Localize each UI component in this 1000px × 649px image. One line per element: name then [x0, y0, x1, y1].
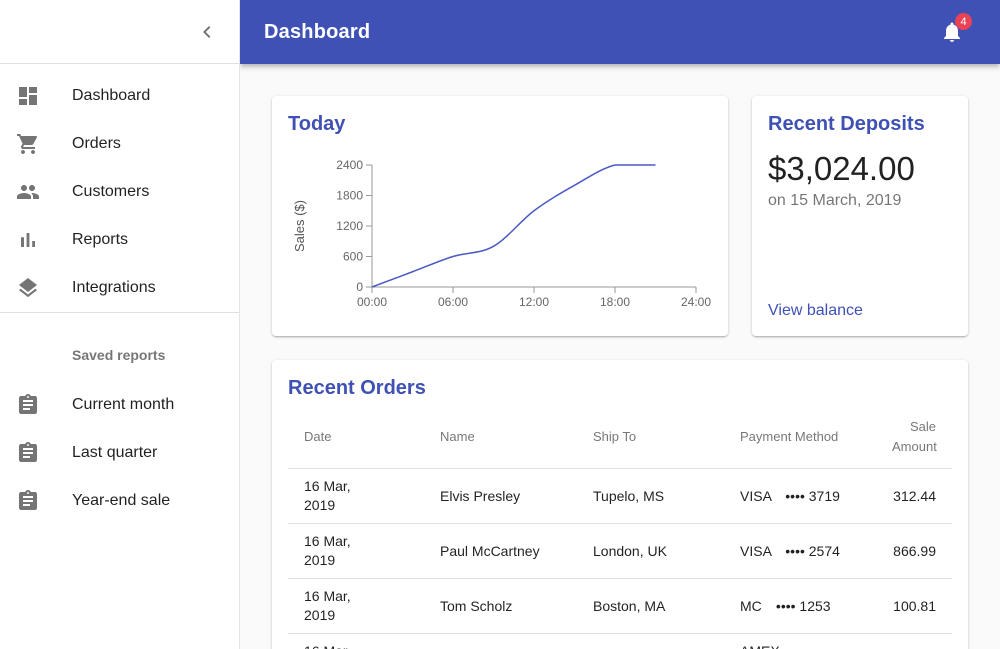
order-sale-amount: 100.81: [876, 578, 952, 634]
order-row: 16 Mar, 2019 Paul McCartney London, UK V…: [288, 523, 952, 579]
sidebar-item-current-month[interactable]: Current month: [0, 381, 239, 429]
sidebar-item-orders[interactable]: Orders: [0, 120, 239, 168]
dashboard-icon: [16, 84, 40, 108]
today-card: Today 0 600 1200 1800 2400 00:00 06:00 12:00 18:…: [272, 96, 728, 336]
sidebar-item-label: Current month: [72, 396, 175, 413]
sidebar: Dashboard Orders Customers Reports Integ…: [0, 0, 240, 649]
sidebar-item-dashboard[interactable]: Dashboard: [0, 72, 239, 120]
column-header-sale-amount: Sale Amount: [876, 406, 952, 469]
order-date: 16 Mar, 2019: [288, 468, 424, 524]
svg-text:24:00: 24:00: [681, 295, 711, 309]
orders-table-header-row: Date Name Ship To Payment Method Sale Am…: [288, 406, 952, 469]
order-ship-to: Tupelo, MS: [577, 468, 724, 524]
column-header-ship-to: Ship To: [577, 406, 724, 469]
order-row: 16 Mar, 2019 Tom Scholz Boston, MA MC ⠀•…: [288, 578, 952, 634]
sidebar-reports-nav: Saved reports Current month Last quarter…: [0, 329, 239, 525]
deposits-card-title: Recent Deposits: [768, 113, 925, 135]
deposit-amount: $3,024.00: [768, 150, 915, 187]
svg-text:Sales ($): Sales ($): [292, 200, 307, 252]
today-sales-chart: 0 600 1200 1800 2400 00:00 06:00 12:00 18:00 24:0…: [292, 158, 711, 309]
order-name: Michael Jackson: [424, 633, 577, 649]
column-header-name: Name: [424, 406, 577, 469]
view-balance-link[interactable]: View balance: [768, 302, 952, 320]
saved-reports-subheader: Saved reports: [72, 347, 166, 363]
order-row: 16 Mar, 2019 Elvis Presley Tupelo, MS VI…: [288, 468, 952, 524]
order-sale-amount: 312.44: [876, 468, 952, 524]
recent-orders-card: Recent Orders Date Name Ship To Payment …: [272, 360, 968, 649]
sidebar-item-label: Year-end sale: [72, 492, 171, 509]
order-payment-method: MC ⠀•••• 1253: [724, 578, 876, 634]
sidebar-item-year-end-sale[interactable]: Year-end sale: [0, 477, 239, 525]
svg-text:600: 600: [343, 250, 363, 264]
svg-text:18:00: 18:00: [600, 295, 630, 309]
column-header-date: Date: [288, 406, 424, 469]
collapse-drawer-button[interactable]: [183, 8, 231, 56]
order-payment-method: VISA ⠀•••• 2574: [724, 523, 876, 579]
appbar: Dashboard 4: [240, 0, 1000, 64]
sidebar-item-customers[interactable]: Customers: [0, 168, 239, 216]
people-icon: [16, 180, 40, 204]
order-date: 16 Mar, 2019: [288, 523, 424, 579]
chevron-left-icon: [195, 20, 219, 44]
order-ship-to: Gary, IN: [577, 633, 724, 649]
sidebar-divider: [0, 312, 239, 313]
sidebar-main-nav: Dashboard Orders Customers Reports Integ…: [0, 64, 239, 312]
order-ship-to: Boston, MA: [577, 578, 724, 634]
assignment-icon: [16, 393, 40, 417]
orders-table: Date Name Ship To Payment Method Sale Am…: [288, 406, 952, 649]
order-payment-method: VISA ⠀•••• 3719: [724, 468, 876, 524]
order-sale-amount: 866.99: [876, 523, 952, 579]
bar-chart-icon: [16, 228, 40, 252]
page-title: Dashboard: [264, 20, 371, 43]
orders-card-title: Recent Orders: [288, 377, 426, 399]
sidebar-item-label: Orders: [72, 135, 121, 152]
sidebar-item-label: Customers: [72, 183, 150, 200]
sidebar-item-label: Reports: [72, 231, 129, 248]
notifications-button[interactable]: 4: [928, 8, 976, 56]
main-content: Today 0 600 1200 1800 2400 00:00 06:00 12:00 18:…: [240, 64, 1000, 649]
sidebar-item-label: Dashboard: [72, 87, 151, 104]
svg-text:00:00: 00:00: [357, 295, 387, 309]
sidebar-item-label: Integrations: [72, 279, 156, 296]
layers-icon: [16, 276, 40, 300]
sidebar-header: [0, 0, 239, 64]
recent-deposits-card: Recent Deposits $3,024.00 on 15 March, 2…: [752, 96, 968, 336]
order-row: 16 Mar, 2019 Michael Jackson Gary, IN AM…: [288, 633, 952, 649]
shopping-cart-icon: [16, 132, 40, 156]
order-payment-method: AMEX ⠀•••• 2000: [724, 633, 876, 649]
svg-text:2400: 2400: [336, 158, 363, 172]
order-ship-to: London, UK: [577, 523, 724, 579]
svg-text:12:00: 12:00: [519, 295, 549, 309]
sidebar-item-integrations[interactable]: Integrations: [0, 264, 239, 312]
svg-text:1200: 1200: [336, 219, 363, 233]
deposit-date: on 15 March, 2019: [768, 192, 902, 209]
order-sale-amount: 654.39: [876, 633, 952, 649]
order-name: Paul McCartney: [424, 523, 577, 579]
svg-text:06:00: 06:00: [438, 295, 468, 309]
order-name: Tom Scholz: [424, 578, 577, 634]
assignment-icon: [16, 489, 40, 513]
dashboard-app: Dashboard Orders Customers Reports Integ…: [0, 0, 1000, 649]
sidebar-item-reports[interactable]: Reports: [0, 216, 239, 264]
svg-text:0: 0: [356, 280, 363, 294]
assignment-icon: [16, 441, 40, 465]
svg-text:1800: 1800: [336, 189, 363, 203]
notification-count-badge: 4: [955, 13, 972, 30]
top-cards-row: Today 0 600 1200 1800 2400 00:00 06:00 12:00 18:…: [272, 96, 968, 336]
today-card-title: Today: [288, 113, 346, 135]
order-name: Elvis Presley: [424, 468, 577, 524]
sidebar-item-label: Last quarter: [72, 444, 158, 461]
order-date: 16 Mar, 2019: [288, 578, 424, 634]
sidebar-item-last-quarter[interactable]: Last quarter: [0, 429, 239, 477]
order-date: 16 Mar, 2019: [288, 633, 424, 649]
column-header-payment-method: Payment Method: [724, 406, 876, 469]
